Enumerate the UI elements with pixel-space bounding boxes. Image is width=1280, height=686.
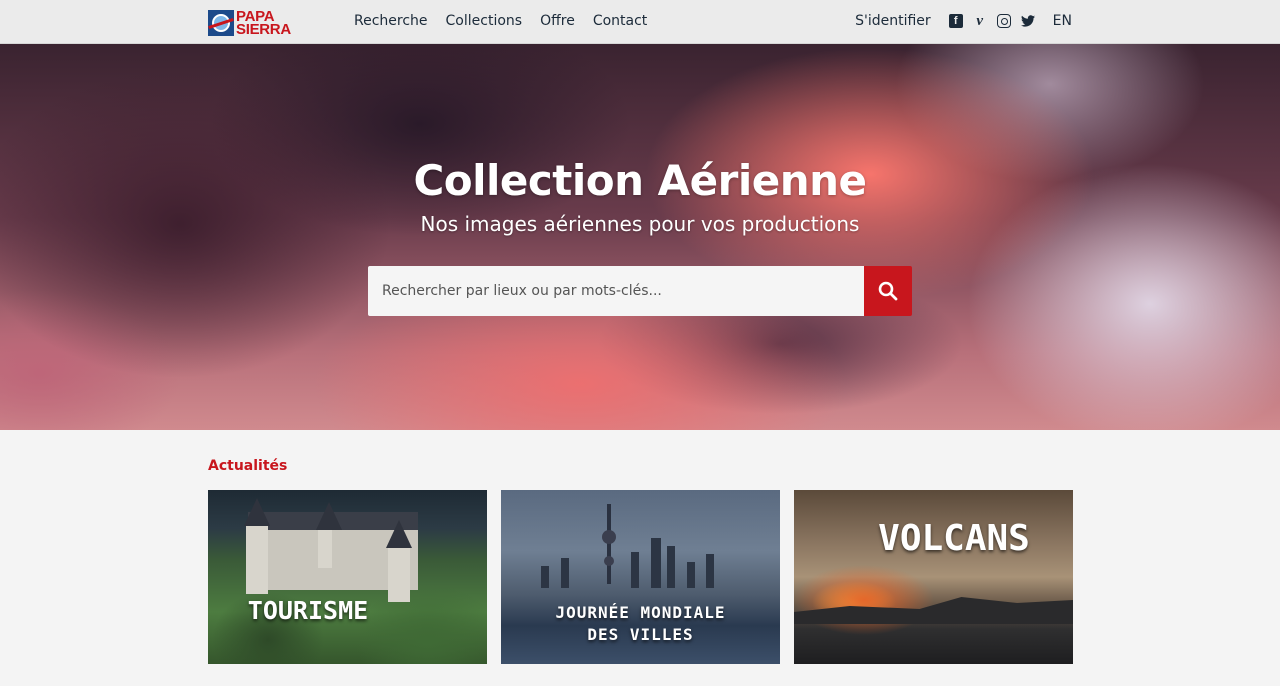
- news-cards: TOURISME JOURNÉE MONDIALE DES VILLES VOL…: [208, 490, 1073, 664]
- card-label: TOURISME: [247, 596, 369, 625]
- nav-item-contact[interactable]: Contact: [593, 13, 647, 29]
- skyline-building: [687, 562, 695, 588]
- nav-item-collections[interactable]: Collections: [446, 13, 523, 29]
- hero-subtitle: Nos images aériennes pour vos production…: [420, 212, 860, 236]
- castle-tower: [316, 502, 342, 568]
- hero-title: Collection Aérienne: [413, 156, 867, 205]
- top-navigation-bar: PAPA SIERRA Recherche Collections Offre …: [0, 0, 1280, 44]
- card-label-line-2: DES VILLES: [587, 625, 694, 644]
- castle-tower: [386, 520, 412, 602]
- card-label-line-1: JOURNÉE MONDIALE: [555, 603, 726, 622]
- nav-item-offre[interactable]: Offre: [540, 13, 575, 29]
- card-label: JOURNÉE MONDIALE DES VILLES: [501, 602, 780, 646]
- skyline-building: [706, 554, 714, 588]
- search-icon: [878, 281, 898, 301]
- search-input[interactable]: [368, 266, 864, 316]
- news-card-journee-mondiale-des-villes[interactable]: JOURNÉE MONDIALE DES VILLES: [501, 490, 780, 664]
- tower-spire: [602, 504, 616, 584]
- skyline-building: [541, 566, 549, 588]
- login-link[interactable]: S'identifier: [855, 13, 931, 29]
- skyline-building: [631, 552, 639, 588]
- vimeo-icon[interactable]: v: [973, 13, 987, 29]
- news-card-volcans[interactable]: VOLCANS: [794, 490, 1073, 664]
- twitter-icon[interactable]: [1020, 14, 1035, 28]
- right-nav: S'identifier f v EN: [855, 13, 1072, 30]
- logo-line-2: SIERRA: [236, 21, 291, 38]
- hero-banner: Collection Aérienne Nos images aériennes…: [0, 44, 1280, 430]
- facebook-icon[interactable]: f: [948, 14, 963, 28]
- social-links: f v: [948, 13, 1035, 29]
- language-switch[interactable]: EN: [1053, 13, 1072, 29]
- logo-globe-icon: [208, 10, 234, 36]
- search-button[interactable]: [864, 266, 912, 316]
- papa-sierra-logo[interactable]: PAPA SIERRA: [208, 8, 291, 38]
- logo-wordmark: PAPA SIERRA: [236, 9, 291, 38]
- volcano-ridge: [794, 597, 1073, 624]
- skyline-building: [651, 538, 661, 588]
- skyline-building: [561, 558, 569, 588]
- nav-item-recherche[interactable]: Recherche: [354, 13, 428, 29]
- news-section-title: Actualités: [208, 458, 288, 474]
- skyline-building: [667, 546, 675, 588]
- castle-tower: [244, 498, 270, 594]
- card-label: VOLCANS: [878, 518, 1030, 559]
- news-card-tourisme[interactable]: TOURISME: [208, 490, 487, 664]
- main-nav: Recherche Collections Offre Contact: [354, 13, 647, 29]
- search-bar: [368, 266, 912, 316]
- instagram-icon[interactable]: [996, 14, 1011, 28]
